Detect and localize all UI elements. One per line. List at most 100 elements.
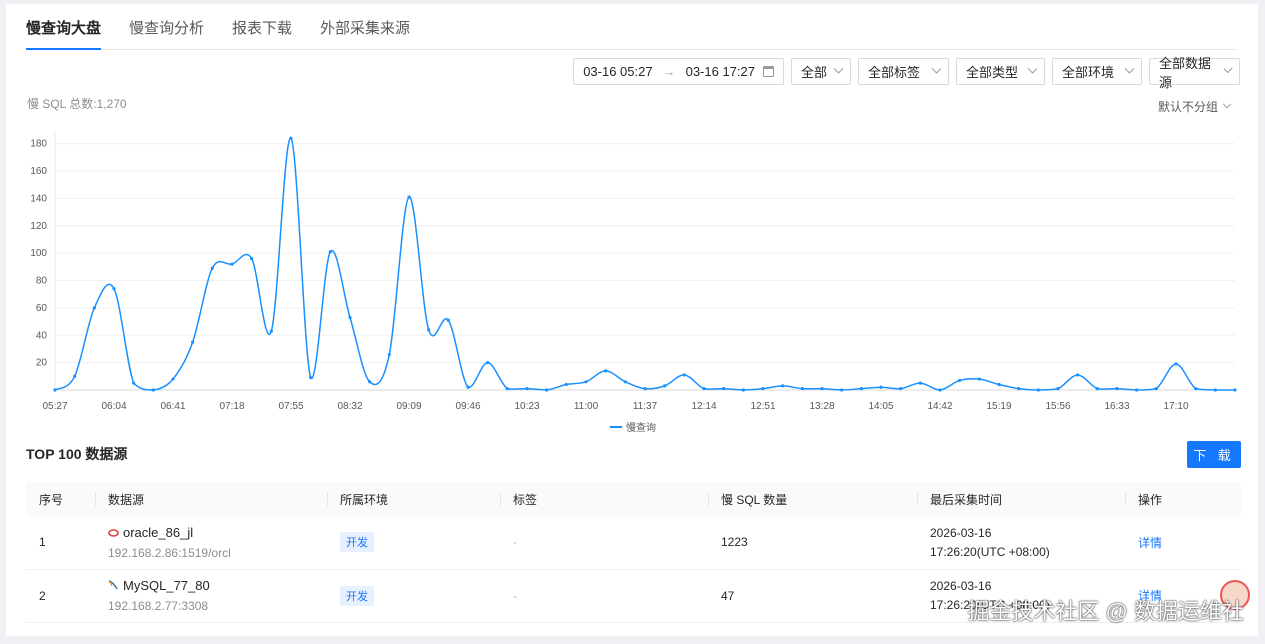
col-index: 序号 bbox=[26, 482, 95, 516]
data-point bbox=[505, 387, 509, 391]
env-cell: 开发 bbox=[327, 569, 500, 623]
x-tick-label: 14:42 bbox=[927, 401, 952, 412]
select-tags[interactable]: 全部标签 bbox=[858, 58, 949, 85]
data-point bbox=[899, 387, 903, 391]
app-window: 慢查询大盘 慢查询分析 报表下载 外部采集来源 03-16 05:27 → 03… bbox=[6, 4, 1258, 636]
mysql-icon bbox=[108, 578, 119, 593]
data-point bbox=[1213, 388, 1217, 392]
tab-external-sources[interactable]: 外部采集来源 bbox=[320, 4, 410, 49]
data-point bbox=[682, 373, 686, 377]
select-types[interactable]: 全部类型 bbox=[956, 58, 1045, 85]
data-point bbox=[977, 377, 981, 381]
x-tick-label: 12:14 bbox=[691, 401, 716, 412]
x-tick-label: 09:09 bbox=[396, 401, 421, 412]
x-tick-label: 15:56 bbox=[1045, 401, 1070, 412]
data-point bbox=[820, 387, 824, 391]
data-point bbox=[1135, 388, 1139, 392]
y-tick-label: 160 bbox=[30, 166, 47, 177]
oracle-icon bbox=[108, 525, 119, 540]
data-point bbox=[584, 380, 588, 384]
data-point bbox=[918, 381, 922, 385]
date-range-picker[interactable]: 03-16 05:27 → 03-16 17:27 bbox=[573, 58, 784, 85]
data-point bbox=[800, 387, 804, 391]
datasource-cell: oracle_86_jl 192.168.2.86:1519/orcl bbox=[95, 516, 327, 570]
y-tick-label: 120 bbox=[30, 221, 47, 232]
env-badge: 开发 bbox=[340, 532, 374, 553]
x-tick-label: 05:27 bbox=[42, 401, 67, 412]
select-all[interactable]: 全部 bbox=[791, 58, 851, 85]
data-point bbox=[407, 195, 411, 199]
chevron-down-icon bbox=[1223, 63, 1233, 74]
range-start: 03-16 05:27 bbox=[583, 64, 653, 79]
select-datasource[interactable]: 全部数据源 bbox=[1149, 56, 1240, 90]
data-point bbox=[387, 352, 391, 357]
col-actions: 操作 bbox=[1125, 482, 1241, 516]
data-point bbox=[623, 380, 627, 384]
tab-bar: 慢查询大盘 慢查询分析 报表下载 外部采集来源 bbox=[26, 4, 1238, 50]
tab-slow-query-dashboard[interactable]: 慢查询大盘 bbox=[26, 4, 102, 50]
data-point bbox=[1194, 387, 1198, 391]
data-point bbox=[859, 387, 863, 391]
data-point bbox=[663, 384, 667, 388]
data-point bbox=[250, 257, 254, 261]
col-slow-sql-count: 慢 SQL 数量 bbox=[708, 482, 917, 516]
data-point bbox=[1154, 387, 1158, 391]
datasource-name: MySQL_77_80 bbox=[123, 578, 210, 593]
tab-report-download[interactable]: 报表下载 bbox=[232, 4, 292, 49]
x-tick-label: 10:23 bbox=[514, 401, 539, 412]
data-point bbox=[1174, 362, 1178, 366]
data-point bbox=[545, 388, 549, 392]
col-datasource: 数据源 bbox=[95, 482, 327, 516]
download-button[interactable]: 下 载 bbox=[1187, 441, 1241, 468]
x-tick-label: 06:41 bbox=[160, 401, 185, 412]
chevron-down-icon bbox=[1124, 63, 1135, 74]
data-point bbox=[958, 378, 962, 383]
tab-slow-query-analysis[interactable]: 慢查询分析 bbox=[129, 4, 204, 49]
y-tick-label: 60 bbox=[36, 303, 48, 314]
slow-sql-total: 慢 SQL 总数:1,270 bbox=[27, 97, 127, 111]
x-tick-label: 09:46 bbox=[455, 401, 480, 412]
data-point bbox=[781, 384, 785, 388]
data-point bbox=[525, 387, 529, 391]
data-point bbox=[604, 369, 608, 373]
group-by-select[interactable]: 默认不分组 bbox=[1158, 98, 1232, 115]
data-point bbox=[348, 315, 352, 320]
data-point bbox=[466, 385, 470, 389]
y-tick-label: 100 bbox=[30, 248, 47, 259]
details-link[interactable]: 详情 bbox=[1138, 536, 1162, 550]
data-point bbox=[938, 388, 942, 392]
select-env[interactable]: 全部环境 bbox=[1052, 58, 1142, 85]
datasource-address: 192.168.2.77:3308 bbox=[108, 599, 209, 613]
data-point bbox=[1076, 373, 1080, 377]
data-point bbox=[151, 388, 155, 392]
data-point bbox=[269, 329, 273, 333]
data-point bbox=[997, 382, 1001, 387]
x-tick-label: 07:18 bbox=[219, 401, 244, 412]
chevron-down-icon bbox=[833, 63, 844, 74]
data-point bbox=[761, 387, 765, 391]
x-tick-label: 16:33 bbox=[1104, 401, 1129, 412]
data-point bbox=[92, 306, 96, 310]
x-tick-label: 11:00 bbox=[574, 401, 599, 412]
select-datasource-label: 全部数据源 bbox=[1159, 55, 1212, 90]
data-point bbox=[840, 388, 844, 392]
legend-label: 慢查询 bbox=[626, 421, 656, 434]
x-tick-label: 11:37 bbox=[633, 401, 658, 412]
chevron-down-icon bbox=[1222, 99, 1232, 108]
action-cell: 详情 bbox=[1125, 516, 1241, 570]
col-tags: 标签 bbox=[500, 482, 708, 516]
range-arrow-icon: → bbox=[662, 64, 676, 79]
select-types-label: 全部类型 bbox=[966, 65, 1019, 80]
y-tick-label: 40 bbox=[36, 330, 48, 341]
col-environment: 所属环境 bbox=[327, 482, 500, 516]
data-point bbox=[879, 385, 883, 389]
tag-cell: - bbox=[500, 516, 708, 570]
x-tick-label: 12:51 bbox=[750, 401, 775, 412]
slow-sql-count: 47 bbox=[708, 569, 917, 623]
select-env-label: 全部环境 bbox=[1062, 65, 1115, 80]
data-point bbox=[210, 266, 214, 270]
datasource-cell: MySQL_77_80 192.168.2.77:3308 bbox=[95, 569, 327, 623]
env-cell: 开发 bbox=[327, 516, 500, 570]
range-end: 03-16 17:27 bbox=[685, 64, 755, 79]
last-collected-cell: 2026-03-16 17:26:20(UTC +08:00) bbox=[917, 516, 1125, 570]
